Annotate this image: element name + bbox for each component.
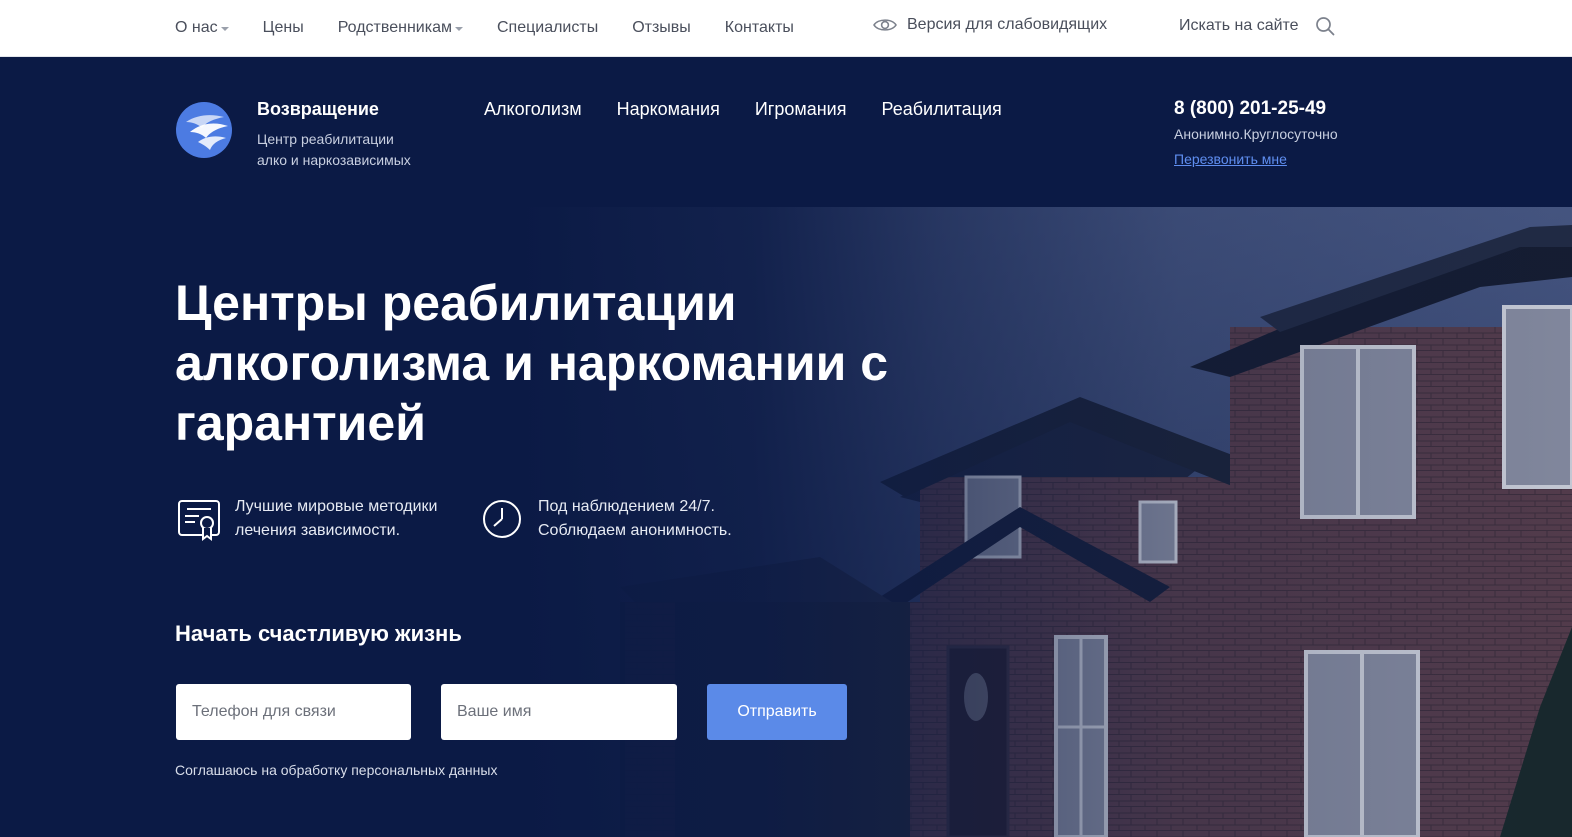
- site-search[interactable]: Искать на сайте: [1179, 16, 1335, 36]
- nav-alcoholism[interactable]: Алкоголизм: [484, 99, 582, 120]
- feature-methods: Лучшие мировые методики лечения зависимо…: [177, 495, 437, 543]
- top-nav-prices[interactable]: Цены: [263, 19, 304, 37]
- feature-methods-text: Лучшие мировые методики лечения зависимо…: [235, 498, 438, 539]
- hero-section: Центры реабилитации алкоголизма и нарком…: [0, 207, 1572, 837]
- nav-rehabilitation[interactable]: Реабилитация: [881, 99, 1001, 120]
- name-input[interactable]: [441, 684, 677, 740]
- logo[interactable]: [176, 102, 232, 158]
- top-nav-about[interactable]: О нас: [175, 19, 229, 37]
- hero-title: Центры реабилитации алкоголизма и нарком…: [175, 275, 889, 451]
- phone-input[interactable]: [176, 684, 411, 740]
- submit-button[interactable]: Отправить: [707, 684, 847, 740]
- search-icon[interactable]: [1315, 16, 1335, 36]
- top-nav-contacts[interactable]: Контакты: [725, 19, 794, 37]
- brand-name: Возвращение: [257, 99, 379, 119]
- brand-tagline: Центр реабилитации алко и наркозависимых: [257, 131, 411, 168]
- nav-gambling[interactable]: Игромания: [755, 99, 847, 120]
- phone-number[interactable]: 8 (800) 201-25-49: [1174, 98, 1326, 120]
- top-utility-bar: О нас Цены Родственникам Специалисты Отз…: [0, 0, 1572, 57]
- top-nav-reviews[interactable]: Отзывы: [632, 19, 691, 37]
- logo-wing-icon: [186, 115, 228, 150]
- eye-icon: [873, 19, 897, 31]
- nav-drug-addiction[interactable]: Наркомания: [617, 99, 720, 120]
- chevron-down-icon: [454, 27, 463, 31]
- top-nav-relatives[interactable]: Родственникам: [338, 19, 463, 37]
- chevron-down-icon: [220, 27, 229, 31]
- top-nav: О нас Цены Родственникам Специалисты Отз…: [175, 0, 828, 56]
- clock-icon: [483, 500, 521, 538]
- certificate-icon: [178, 500, 220, 541]
- main-nav: Алкоголизм Наркомания Игромания Реабилит…: [484, 99, 1037, 120]
- feature-monitoring-text: Под наблюдением 24/7. Соблюдаем анонимно…: [538, 498, 732, 539]
- feature-monitoring: Под наблюдением 24/7. Соблюдаем анонимно…: [480, 495, 732, 543]
- callback-link[interactable]: Перезвонить мне: [1174, 151, 1287, 167]
- accessibility-version-link[interactable]: Версия для слабовидящих: [873, 16, 1107, 34]
- consent-text[interactable]: Соглашаюсь на обработку персональных дан…: [175, 762, 497, 778]
- top-nav-specialists[interactable]: Специалисты: [497, 19, 598, 37]
- site-header: Возвращение Центр реабилитации алко и на…: [0, 57, 1572, 207]
- phone-note: Анонимно.Круглосуточно: [1174, 126, 1338, 142]
- form-title: Начать счастливую жизнь: [175, 621, 462, 646]
